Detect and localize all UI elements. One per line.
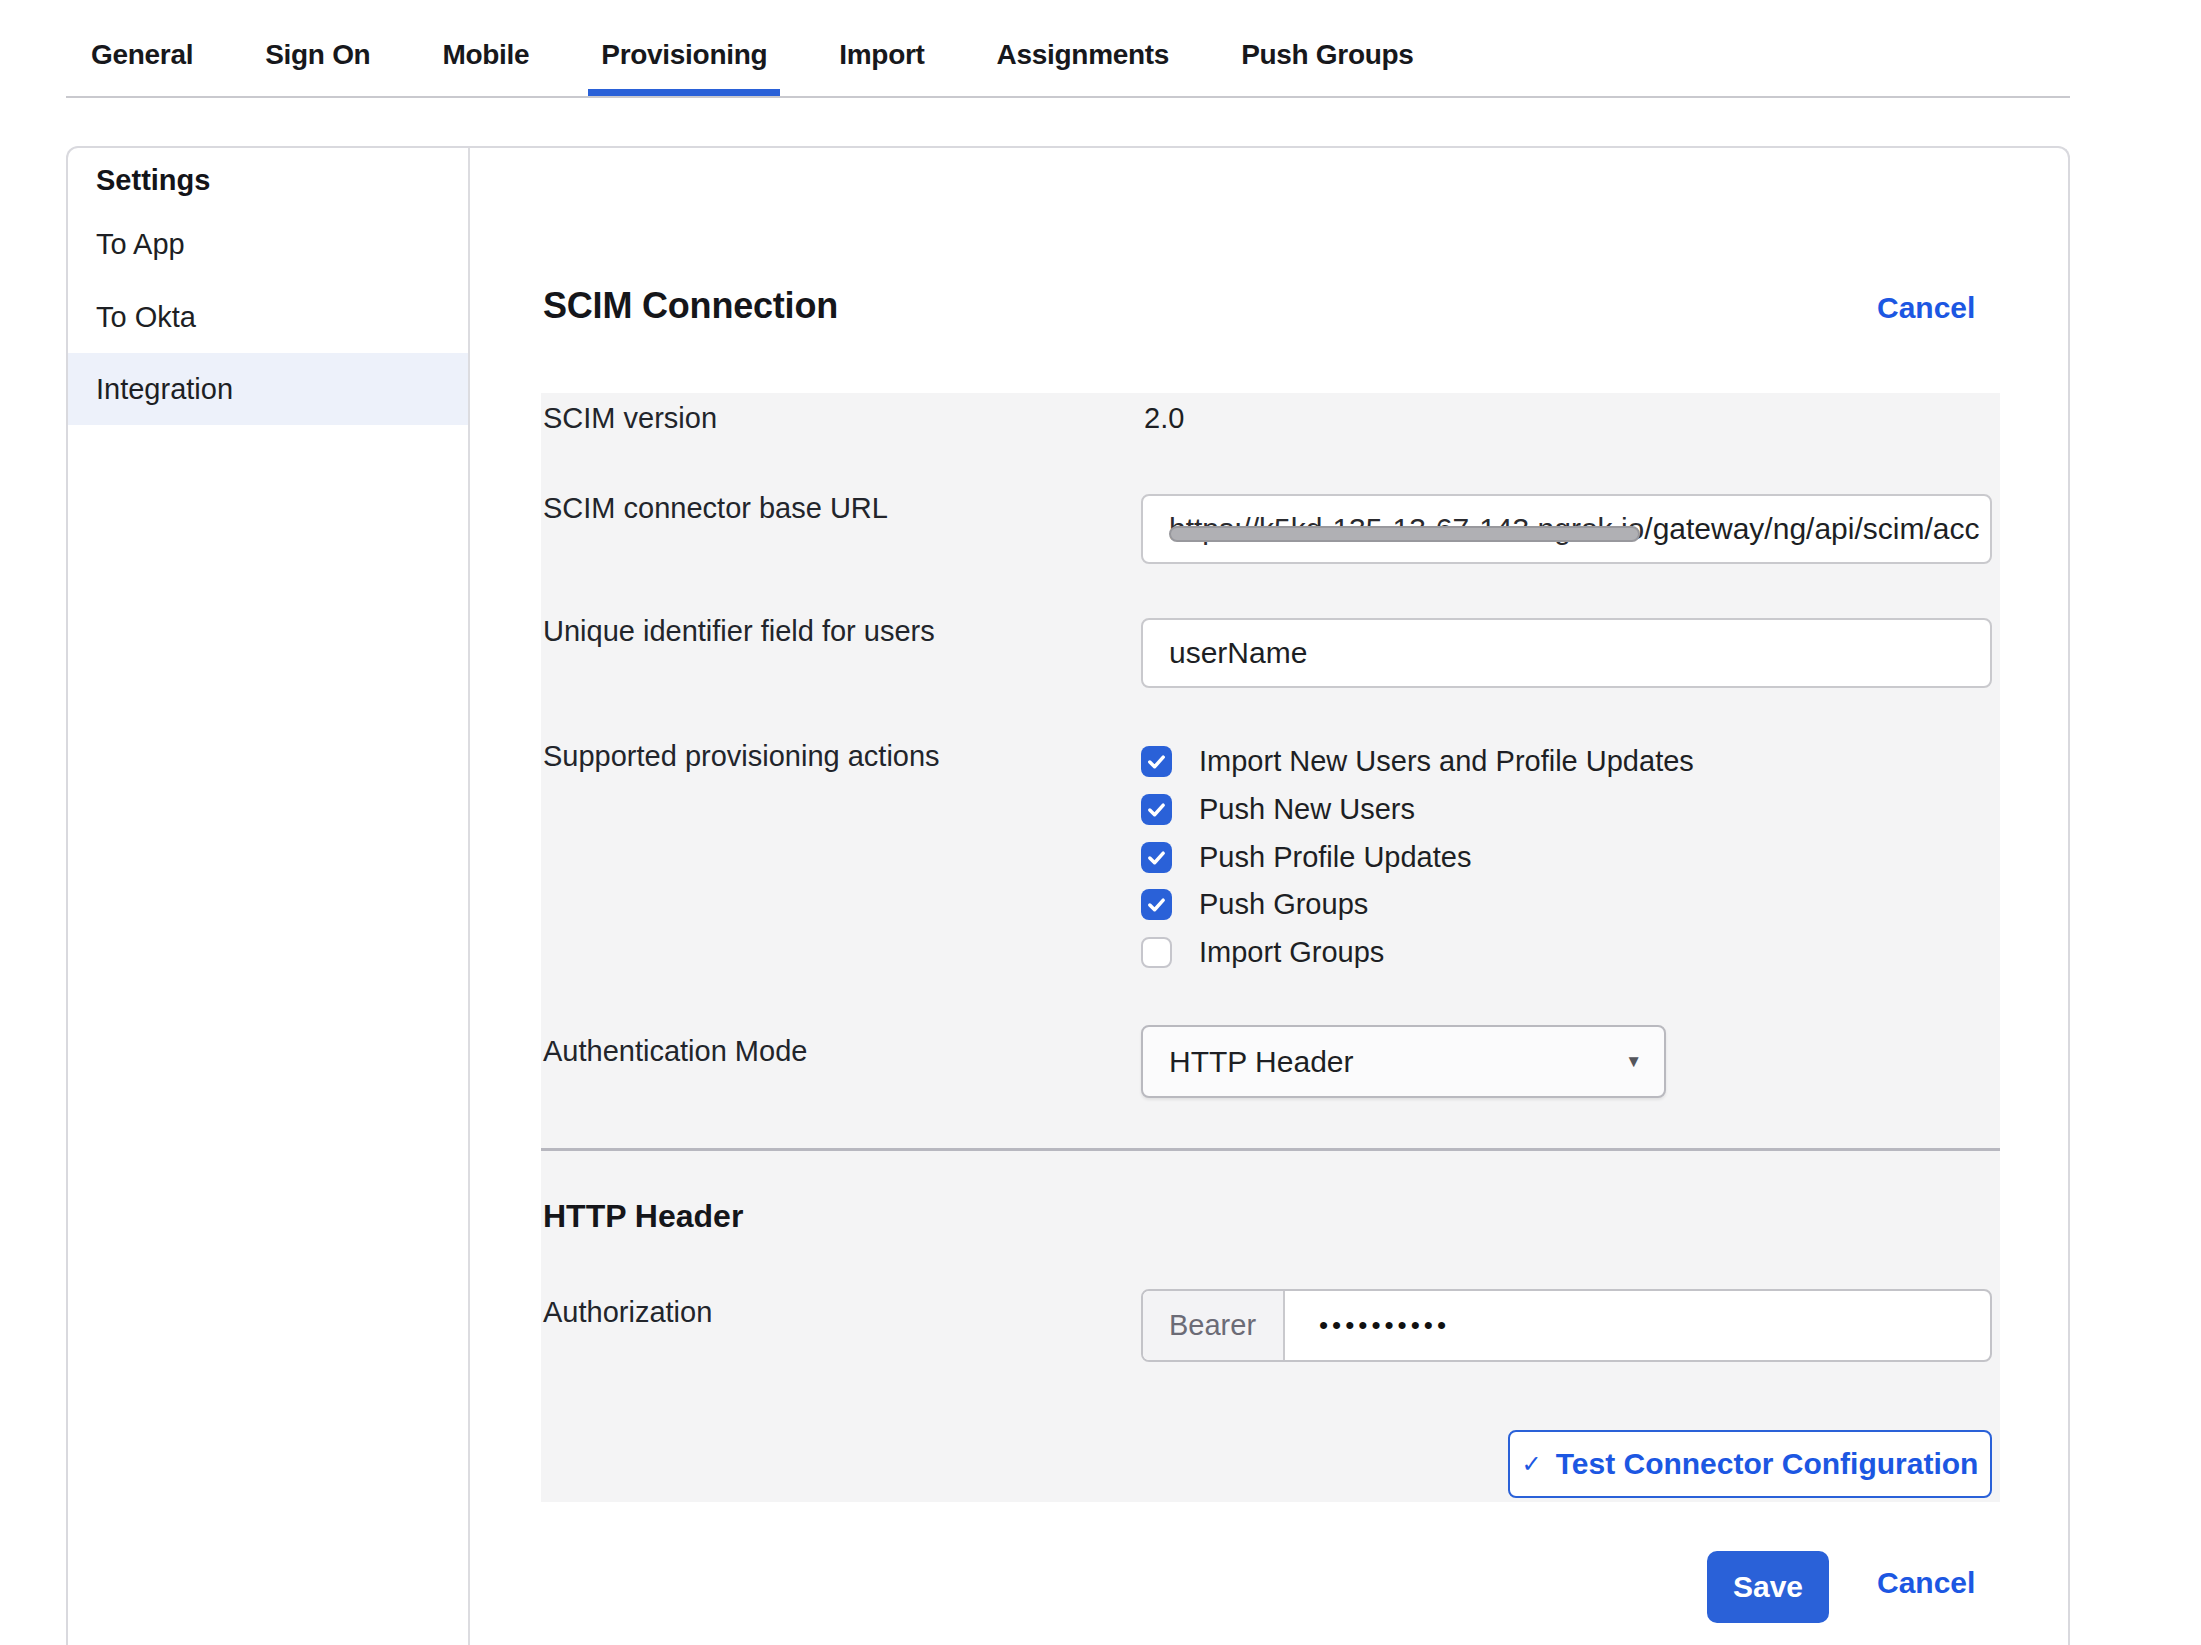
app-tab-bar: General Sign On Mobile Provisioning Impo… [91,33,1414,77]
checkbox-import-groups[interactable] [1141,937,1172,968]
section-divider [541,1148,2000,1151]
tab-provisioning[interactable]: Provisioning [601,33,767,77]
http-header-section-title: HTTP Header [543,1198,743,1235]
sidebar-item-to-okta[interactable]: To Okta [68,281,468,353]
action-label: Push Profile Updates [1199,841,1471,874]
checkbox-push-new-users[interactable] [1141,794,1172,825]
cancel-link-bottom[interactable]: Cancel [1877,1566,1975,1600]
settings-sidebar: Settings To App To Okta Integration [68,148,470,1645]
provisioning-actions-label: Supported provisioning actions [543,740,940,773]
authorization-prefix: Bearer [1143,1291,1285,1360]
unique-id-label: Unique identifier field for users [543,615,935,648]
base-url-label: SCIM connector base URL [543,492,888,525]
action-label: Push Groups [1199,888,1368,921]
auth-mode-label: Authentication Mode [543,1035,807,1068]
tab-import[interactable]: Import [839,33,924,77]
scim-connection-form: SCIM version 2.0 SCIM connector base URL… [541,393,2000,1502]
base-url-suffix: /gateway/ng/api/scim/acc [1644,512,1979,546]
action-row-import-new-users: Import New Users and Profile Updates [1141,746,1694,777]
action-label: Import New Users and Profile Updates [1199,745,1694,778]
unique-id-input[interactable]: userName [1141,618,1992,688]
tab-general[interactable]: General [91,33,193,77]
action-row-push-profile-updates: Push Profile Updates [1141,842,1471,873]
action-row-push-groups: Push Groups [1141,889,1368,920]
tab-mobile[interactable]: Mobile [442,33,529,77]
sidebar-item-to-app[interactable]: To App [68,208,468,280]
tab-assignments[interactable]: Assignments [997,33,1170,77]
cancel-link-top[interactable]: Cancel [1877,291,1975,325]
authorization-input-group: Bearer •••••••••• [1141,1289,1992,1362]
auth-mode-value: HTTP Header [1169,1045,1354,1079]
test-connector-configuration-button[interactable]: ✓ Test Connector Configuration [1508,1430,1992,1498]
base-url-input[interactable]: https://k5kd-135-13-67-143.ngrok.io/gate… [1141,494,1992,564]
sidebar-item-integration[interactable]: Integration [68,353,468,425]
action-row-import-groups: Import Groups [1141,937,1384,968]
tab-sign-on[interactable]: Sign On [265,33,370,77]
action-row-push-new-users: Push New Users [1141,794,1415,825]
checkbox-push-groups[interactable] [1141,889,1172,920]
scim-version-label: SCIM version [543,402,717,435]
page-title: SCIM Connection [543,285,838,327]
checkbox-push-profile-updates[interactable] [1141,842,1172,873]
check-icon: ✓ [1522,1450,1542,1478]
checkbox-import-new-users[interactable] [1141,746,1172,777]
action-label: Import Groups [1199,936,1384,969]
unique-id-value: userName [1169,636,1307,670]
authorization-token-input[interactable]: •••••••••• [1285,1291,1450,1360]
tabbar-divider [66,96,2070,98]
scim-version-value: 2.0 [1144,402,1184,435]
redacted-url-prefix: https://k5kd-135-13-67-143.ngrok.io [1169,512,1644,546]
tab-push-groups[interactable]: Push Groups [1241,33,1414,77]
chevron-down-icon: ▼ [1625,1052,1642,1072]
auth-mode-select[interactable]: HTTP Header ▼ [1141,1025,1666,1098]
authorization-label: Authorization [543,1296,712,1329]
action-label: Push New Users [1199,793,1415,826]
save-button[interactable]: Save [1707,1551,1829,1623]
redaction-bar [1169,526,1640,542]
sidebar-title: Settings [96,164,210,197]
